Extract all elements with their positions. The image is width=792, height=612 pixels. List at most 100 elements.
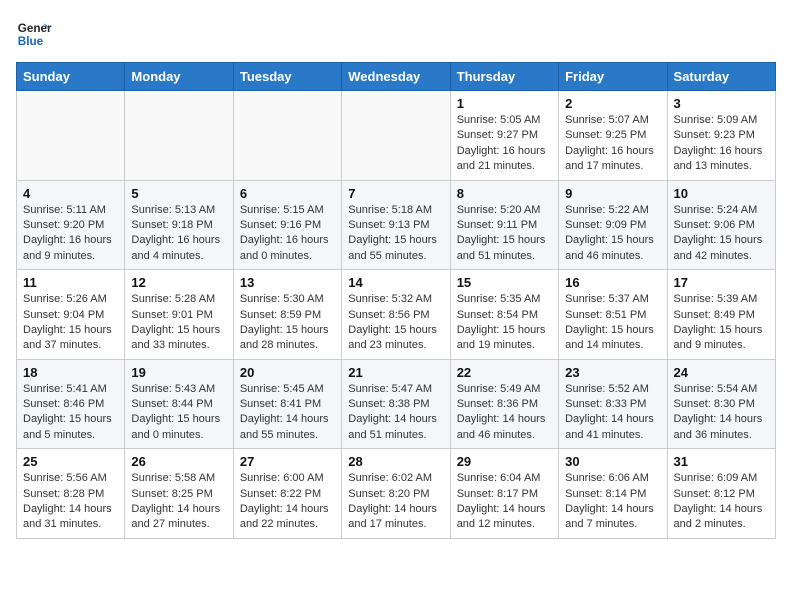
calendar-cell: 8 Sunrise: 5:20 AM Sunset: 9:11 PM Daylig… — [450, 180, 558, 270]
col-header-monday: Monday — [125, 63, 233, 91]
day-number: 20 — [240, 365, 335, 380]
calendar-cell: 23 Sunrise: 5:52 AM Sunset: 8:33 PM Dayli… — [559, 359, 667, 449]
calendar-cell: 15 Sunrise: 5:35 AM Sunset: 8:54 PM Dayli… — [450, 270, 558, 360]
day-info: Sunrise: 5:13 AM Sunset: 9:18 PM Dayligh… — [131, 203, 226, 265]
day-info: Sunrise: 5:15 AM Sunset: 9:16 PM Dayligh… — [240, 203, 335, 265]
day-info: Sunrise: 5:47 AM Sunset: 8:38 PM Dayligh… — [348, 382, 443, 444]
day-info: Sunrise: 5:05 AM Sunset: 9:27 PM Dayligh… — [457, 113, 552, 175]
calendar-cell: 25Sunrise: 5:56 AM Sunset: 8:28 PM Dayli… — [17, 449, 125, 539]
calendar-cell: 5Sunrise: 5:13 AM Sunset: 9:18 PM Daylig… — [125, 180, 233, 270]
day-number: 31 — [674, 454, 769, 469]
day-number: 6 — [240, 186, 335, 201]
day-number: 13 — [240, 275, 335, 290]
day-info: Sunrise: 5:20 AM Sunset: 9:11 PM Dayligh… — [457, 203, 552, 265]
day-number: 17 — [674, 275, 769, 290]
day-number: 4 — [23, 186, 118, 201]
svg-text:Blue: Blue — [18, 35, 44, 48]
calendar-week-row: 18 Sunrise: 5:41 AM Sunset: 8:46 PM Dayli… — [17, 359, 776, 449]
calendar-cell: 12Sunrise: 5:28 AM Sunset: 9:01 PM Dayli… — [125, 270, 233, 360]
day-info: Sunrise: 6:06 AM Sunset: 8:14 PM Dayligh… — [565, 471, 660, 533]
day-number: 2 — [565, 96, 660, 111]
day-info: Sunrise: 5:39 AM Sunset: 8:49 PM Dayligh… — [674, 292, 769, 354]
logo: General Blue — [16, 16, 52, 52]
day-info: Sunrise: 6:04 AM Sunset: 8:17 PM Dayligh… — [457, 471, 552, 533]
calendar-cell: 27 Sunrise: 6:00 AM Sunset: 8:22 PM Dayli… — [233, 449, 341, 539]
day-info: Sunrise: 5:58 AM Sunset: 8:25 PM Dayligh… — [131, 471, 226, 533]
col-header-sunday: Sunday — [17, 63, 125, 91]
col-header-friday: Friday — [559, 63, 667, 91]
calendar-cell — [342, 91, 450, 181]
calendar-cell: 26 Sunrise: 5:58 AM Sunset: 8:25 PM Dayli… — [125, 449, 233, 539]
day-info: Sunrise: 5:32 AM Sunset: 8:56 PM Dayligh… — [348, 292, 443, 354]
calendar-cell: 14 Sunrise: 5:32 AM Sunset: 8:56 PM Dayli… — [342, 270, 450, 360]
calendar-cell: 28 Sunrise: 6:02 AM Sunset: 8:20 PM Dayli… — [342, 449, 450, 539]
day-info: Sunrise: 5:56 AM Sunset: 8:28 PM Dayligh… — [23, 471, 118, 533]
calendar-week-row: 25Sunrise: 5:56 AM Sunset: 8:28 PM Dayli… — [17, 449, 776, 539]
day-info: Sunrise: 5:52 AM Sunset: 8:33 PM Dayligh… — [565, 382, 660, 444]
day-info: Sunrise: 6:09 AM Sunset: 8:12 PM Dayligh… — [674, 471, 769, 533]
day-info: Sunrise: 5:49 AM Sunset: 8:36 PM Dayligh… — [457, 382, 552, 444]
day-number: 10 — [674, 186, 769, 201]
day-info: Sunrise: 5:37 AM Sunset: 8:51 PM Dayligh… — [565, 292, 660, 354]
day-info: Sunrise: 5:22 AM Sunset: 9:09 PM Dayligh… — [565, 203, 660, 265]
day-number: 15 — [457, 275, 552, 290]
calendar-cell: 17 Sunrise: 5:39 AM Sunset: 8:49 PM Dayli… — [667, 270, 775, 360]
day-info: Sunrise: 5:26 AM Sunset: 9:04 PM Dayligh… — [23, 292, 118, 354]
calendar-cell: 11Sunrise: 5:26 AM Sunset: 9:04 PM Dayli… — [17, 270, 125, 360]
page-header: General Blue — [16, 16, 776, 52]
calendar-week-row: 11Sunrise: 5:26 AM Sunset: 9:04 PM Dayli… — [17, 270, 776, 360]
calendar-week-row: 1Sunrise: 5:05 AM Sunset: 9:27 PM Daylig… — [17, 91, 776, 181]
col-header-saturday: Saturday — [667, 63, 775, 91]
calendar-cell: 19 Sunrise: 5:43 AM Sunset: 8:44 PM Dayli… — [125, 359, 233, 449]
day-number: 16 — [565, 275, 660, 290]
day-number: 9 — [565, 186, 660, 201]
calendar-cell: 7Sunrise: 5:18 AM Sunset: 9:13 PM Daylig… — [342, 180, 450, 270]
day-info: Sunrise: 5:41 AM Sunset: 8:46 PM Dayligh… — [23, 382, 118, 444]
day-info: Sunrise: 5:11 AM Sunset: 9:20 PM Dayligh… — [23, 203, 118, 265]
day-number: 8 — [457, 186, 552, 201]
day-number: 22 — [457, 365, 552, 380]
calendar-cell: 22 Sunrise: 5:49 AM Sunset: 8:36 PM Dayli… — [450, 359, 558, 449]
day-number: 27 — [240, 454, 335, 469]
day-info: Sunrise: 5:28 AM Sunset: 9:01 PM Dayligh… — [131, 292, 226, 354]
day-number: 30 — [565, 454, 660, 469]
calendar-cell: 29 Sunrise: 6:04 AM Sunset: 8:17 PM Dayli… — [450, 449, 558, 539]
day-number: 3 — [674, 96, 769, 111]
calendar-cell: 30 Sunrise: 6:06 AM Sunset: 8:14 PM Dayli… — [559, 449, 667, 539]
calendar-cell: 18 Sunrise: 5:41 AM Sunset: 8:46 PM Dayli… — [17, 359, 125, 449]
day-number: 18 — [23, 365, 118, 380]
calendar-cell: 20Sunrise: 5:45 AM Sunset: 8:41 PM Dayli… — [233, 359, 341, 449]
day-info: Sunrise: 6:00 AM Sunset: 8:22 PM Dayligh… — [240, 471, 335, 533]
col-header-wednesday: Wednesday — [342, 63, 450, 91]
day-info: Sunrise: 5:35 AM Sunset: 8:54 PM Dayligh… — [457, 292, 552, 354]
day-info: Sunrise: 5:54 AM Sunset: 8:30 PM Dayligh… — [674, 382, 769, 444]
day-number: 26 — [131, 454, 226, 469]
day-info: Sunrise: 5:07 AM Sunset: 9:25 PM Dayligh… — [565, 113, 660, 175]
calendar-cell: 6 Sunrise: 5:15 AM Sunset: 9:16 PM Daylig… — [233, 180, 341, 270]
svg-text:General: General — [18, 22, 52, 35]
calendar-cell: 31 Sunrise: 6:09 AM Sunset: 8:12 PM Dayli… — [667, 449, 775, 539]
day-number: 19 — [131, 365, 226, 380]
calendar-cell: 10Sunrise: 5:24 AM Sunset: 9:06 PM Dayli… — [667, 180, 775, 270]
day-number: 23 — [565, 365, 660, 380]
calendar-cell: 21 Sunrise: 5:47 AM Sunset: 8:38 PM Dayli… — [342, 359, 450, 449]
day-number: 29 — [457, 454, 552, 469]
calendar-cell: 2 Sunrise: 5:07 AM Sunset: 9:25 PM Daylig… — [559, 91, 667, 181]
calendar-header-row: SundayMondayTuesdayWednesdayThursdayFrid… — [17, 63, 776, 91]
day-info: Sunrise: 5:09 AM Sunset: 9:23 PM Dayligh… — [674, 113, 769, 175]
day-number: 24 — [674, 365, 769, 380]
calendar-cell: 9 Sunrise: 5:22 AM Sunset: 9:09 PM Daylig… — [559, 180, 667, 270]
calendar-cell: 1Sunrise: 5:05 AM Sunset: 9:27 PM Daylig… — [450, 91, 558, 181]
day-number: 28 — [348, 454, 443, 469]
calendar-cell: 24 Sunrise: 5:54 AM Sunset: 8:30 PM Dayli… — [667, 359, 775, 449]
calendar-cell — [125, 91, 233, 181]
day-info: Sunrise: 5:18 AM Sunset: 9:13 PM Dayligh… — [348, 203, 443, 265]
day-number: 21 — [348, 365, 443, 380]
day-info: Sunrise: 6:02 AM Sunset: 8:20 PM Dayligh… — [348, 471, 443, 533]
calendar-cell: 13Sunrise: 5:30 AM Sunset: 8:59 PM Dayli… — [233, 270, 341, 360]
logo-icon: General Blue — [16, 16, 52, 52]
calendar-cell — [233, 91, 341, 181]
day-number: 14 — [348, 275, 443, 290]
calendar-cell: 16 Sunrise: 5:37 AM Sunset: 8:51 PM Dayli… — [559, 270, 667, 360]
day-info: Sunrise: 5:43 AM Sunset: 8:44 PM Dayligh… — [131, 382, 226, 444]
